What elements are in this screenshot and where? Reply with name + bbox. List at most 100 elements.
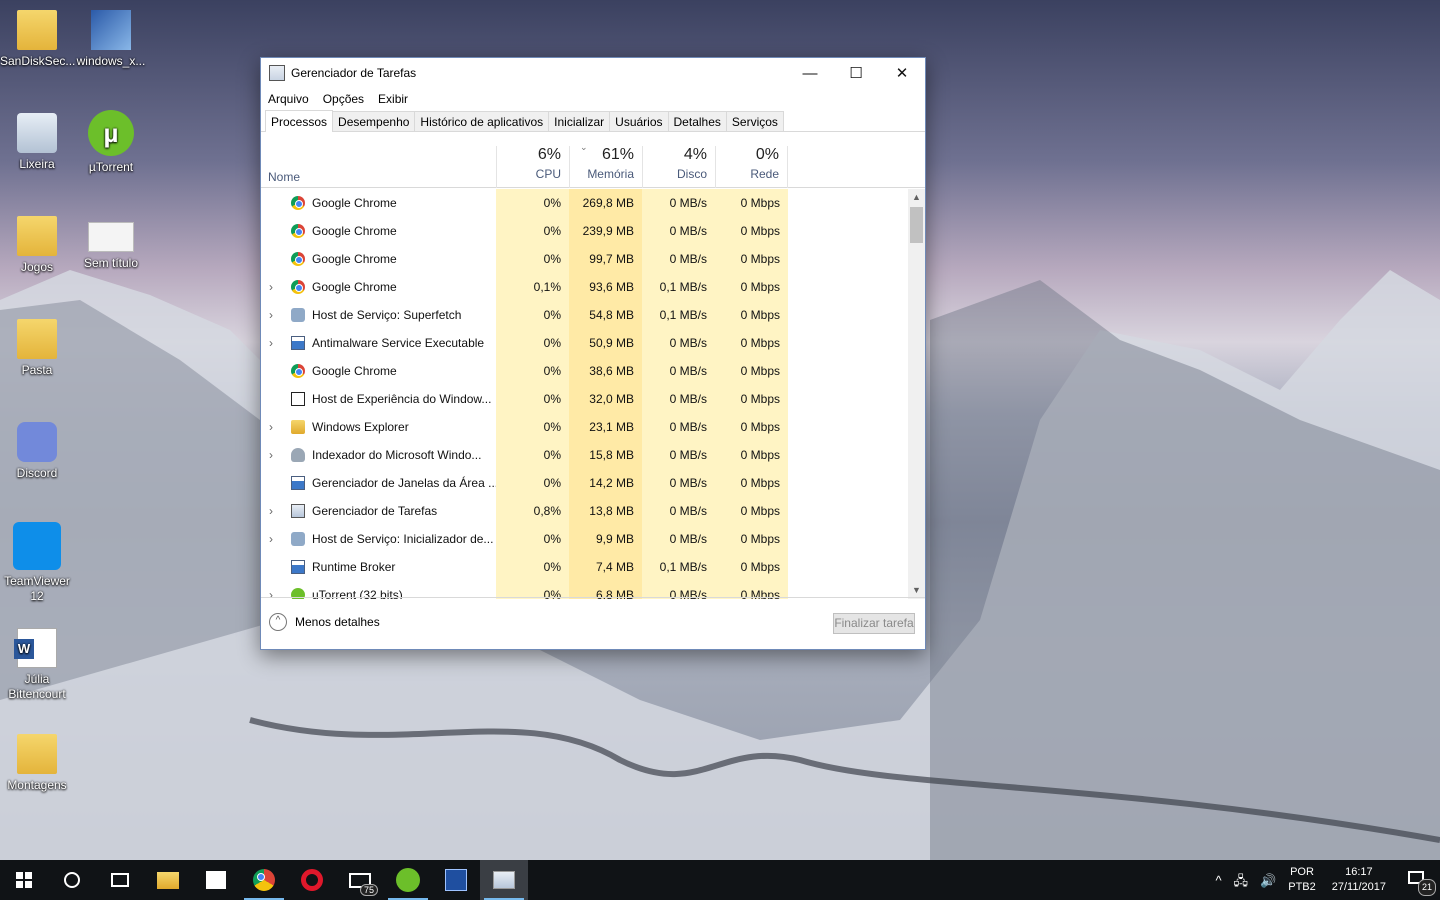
- system-tray: ^ 🖧 🔊 POR PTB2 16:17 27/11/2017 21: [1209, 860, 1440, 900]
- task-view-button[interactable]: [96, 860, 144, 900]
- network-icon[interactable]: 🖧: [1228, 873, 1255, 888]
- maximize-button[interactable]: ☐: [833, 58, 879, 88]
- menu-exibir[interactable]: Exibir: [378, 92, 408, 106]
- tab-desempenho[interactable]: Desempenho: [332, 111, 416, 131]
- clock[interactable]: 16:17 27/11/2017: [1322, 865, 1396, 895]
- desktop-icon-word-doc[interactable]: W Júlia Bittencourt: [0, 628, 74, 702]
- expand-chevron-icon[interactable]: ›: [269, 525, 279, 553]
- table-row[interactable]: › Antimalware Service Executable 0% 50,9…: [261, 329, 909, 357]
- process-cpu: 0%: [496, 189, 569, 217]
- language-indicator[interactable]: POR PTB2: [1282, 865, 1322, 895]
- dwm-icon: [291, 392, 305, 406]
- menu-opcoes[interactable]: Opções: [323, 92, 364, 106]
- task-manager-icon: [269, 65, 285, 81]
- column-cpu[interactable]: 6% CPU: [496, 146, 569, 188]
- store-icon: [206, 871, 226, 889]
- close-button[interactable]: ✕: [879, 58, 925, 88]
- taskbar-store[interactable]: [192, 860, 240, 900]
- end-task-button[interactable]: Finalizar tarefa: [833, 613, 915, 634]
- devcpp-icon: [445, 869, 467, 891]
- notification-center[interactable]: 21: [1396, 860, 1440, 900]
- table-row[interactable]: › Google Chrome 0,1% 93,6 MB 0,1 MB/s 0 …: [261, 273, 909, 301]
- taskbar-devcpp[interactable]: [432, 860, 480, 900]
- table-row[interactable]: Runtime Broker 0% 7,4 MB 0,1 MB/s 0 Mbps: [261, 553, 909, 581]
- vertical-scrollbar[interactable]: ▲ ▼: [908, 189, 925, 599]
- column-memory[interactable]: ⌄ 61% Memória: [569, 142, 642, 188]
- process-name: Host de Serviço: Inicializador de...: [312, 532, 494, 546]
- chevron-up-icon[interactable]: ^: [1209, 873, 1227, 888]
- desktop-icon-windows-image[interactable]: windows_x...: [74, 10, 148, 69]
- title-bar[interactable]: Gerenciador de Tarefas — ☐ ✕: [261, 58, 925, 88]
- column-name[interactable]: Nome: [268, 170, 300, 184]
- table-row[interactable]: › Indexador do Microsoft Windo... 0% 15,…: [261, 441, 909, 469]
- explorer-icon: [291, 420, 305, 434]
- column-network[interactable]: 0% Rede: [715, 146, 788, 188]
- table-row[interactable]: Google Chrome 0% 99,7 MB 0 MB/s 0 Mbps: [261, 245, 909, 273]
- tab-historico[interactable]: Histórico de aplicativos: [414, 111, 550, 131]
- desktop-icon-discord[interactable]: Discord: [0, 422, 74, 481]
- taskbar-utorrent[interactable]: [384, 860, 432, 900]
- desktop-icon-recycle-bin[interactable]: Lixeira: [0, 113, 74, 172]
- minimize-button[interactable]: —: [787, 58, 833, 88]
- process-name: Google Chrome: [312, 224, 397, 238]
- table-row[interactable]: › Windows Explorer 0% 23,1 MB 0 MB/s 0 M…: [261, 413, 909, 441]
- process-memory: 99,7 MB: [569, 245, 642, 273]
- process-name-cell: › Gerenciador de Tarefas: [261, 497, 496, 525]
- window-footer: ^ Menos detalhes Finalizar tarefa: [261, 597, 925, 649]
- utorrent-icon: µ: [88, 110, 134, 156]
- table-row[interactable]: Google Chrome 0% 38,6 MB 0 MB/s 0 Mbps: [261, 357, 909, 385]
- table-row[interactable]: Host de Experiência do Window... 0% 32,0…: [261, 385, 909, 413]
- expand-chevron-icon[interactable]: ›: [269, 441, 279, 469]
- disk-percent: 4%: [683, 146, 707, 163]
- table-row[interactable]: Gerenciador de Janelas da Área ... 0% 14…: [261, 469, 909, 497]
- expand-chevron-icon[interactable]: ›: [269, 329, 279, 357]
- desktop-icon-utorrent[interactable]: µ µTorrent: [74, 110, 148, 175]
- process-cpu: 0,8%: [496, 497, 569, 525]
- scroll-up-arrow-icon[interactable]: ▲: [908, 189, 925, 206]
- taskbar-mail[interactable]: 75: [336, 860, 384, 900]
- tab-servicos[interactable]: Serviços: [725, 111, 784, 131]
- taskbar-opera[interactable]: [288, 860, 336, 900]
- table-row[interactable]: Google Chrome 0% 239,9 MB 0 MB/s 0 Mbps: [261, 217, 909, 245]
- table-row[interactable]: › Host de Serviço: Superfetch 0% 54,8 MB…: [261, 301, 909, 329]
- volume-icon[interactable]: 🔊: [1254, 873, 1282, 888]
- less-details-button[interactable]: ^ Menos detalhes: [269, 613, 380, 631]
- desktop-icon-sandisk[interactable]: SanDiskSec...: [0, 10, 75, 69]
- desktop-icon-jogos[interactable]: Jogos: [0, 216, 74, 275]
- scroll-thumb[interactable]: [910, 207, 923, 243]
- expand-chevron-icon[interactable]: ›: [269, 301, 279, 329]
- table-row[interactable]: › Gerenciador de Tarefas 0,8% 13,8 MB 0 …: [261, 497, 909, 525]
- cortana-button[interactable]: [48, 860, 96, 900]
- desktop-icon-montagens[interactable]: Montagens: [0, 734, 74, 793]
- file-explorer-icon: [157, 871, 179, 889]
- tab-processos[interactable]: Processos: [265, 110, 334, 132]
- expand-chevron-icon[interactable]: ›: [269, 273, 279, 301]
- expand-chevron-icon[interactable]: ›: [269, 413, 279, 441]
- tab-detalhes[interactable]: Detalhes: [667, 111, 727, 131]
- desktop-icon-teamviewer[interactable]: TeamViewer 12: [0, 522, 74, 604]
- less-details-label: Menos detalhes: [295, 615, 380, 629]
- desktop-icon-label: Pasta: [21, 363, 53, 377]
- gear-icon: [291, 308, 305, 322]
- taskbar-task-manager[interactable]: [480, 860, 528, 900]
- tab-inicializar[interactable]: Inicializar: [548, 111, 611, 131]
- menu-arquivo[interactable]: Arquivo: [268, 92, 309, 106]
- desktop-icon-sem-titulo[interactable]: Sem título: [74, 222, 148, 271]
- start-button[interactable]: [0, 860, 48, 900]
- taskbar-file-explorer[interactable]: [144, 860, 192, 900]
- process-name-cell: › Indexador do Microsoft Windo...: [261, 441, 496, 469]
- process-network: 0 Mbps: [715, 469, 788, 497]
- table-row[interactable]: › Host de Serviço: Inicializador de... 0…: [261, 525, 909, 553]
- process-disk: 0 MB/s: [642, 217, 715, 245]
- tab-usuarios[interactable]: Usuários: [609, 111, 669, 131]
- expand-chevron-icon[interactable]: ›: [269, 497, 279, 525]
- process-name-cell: Google Chrome: [261, 357, 496, 385]
- process-cpu: 0%: [496, 301, 569, 329]
- table-row[interactable]: Google Chrome 0% 269,8 MB 0 MB/s 0 Mbps: [261, 189, 909, 217]
- process-list: Nome 6% CPU ⌄ 61% Memória 4% Disco 0% Re…: [261, 132, 925, 599]
- column-disk[interactable]: 4% Disco: [642, 146, 715, 188]
- process-name: Runtime Broker: [312, 560, 396, 574]
- taskbar-chrome[interactable]: [240, 860, 288, 900]
- desktop-icon-pasta[interactable]: Pasta: [0, 319, 74, 378]
- process-name: Windows Explorer: [312, 420, 409, 434]
